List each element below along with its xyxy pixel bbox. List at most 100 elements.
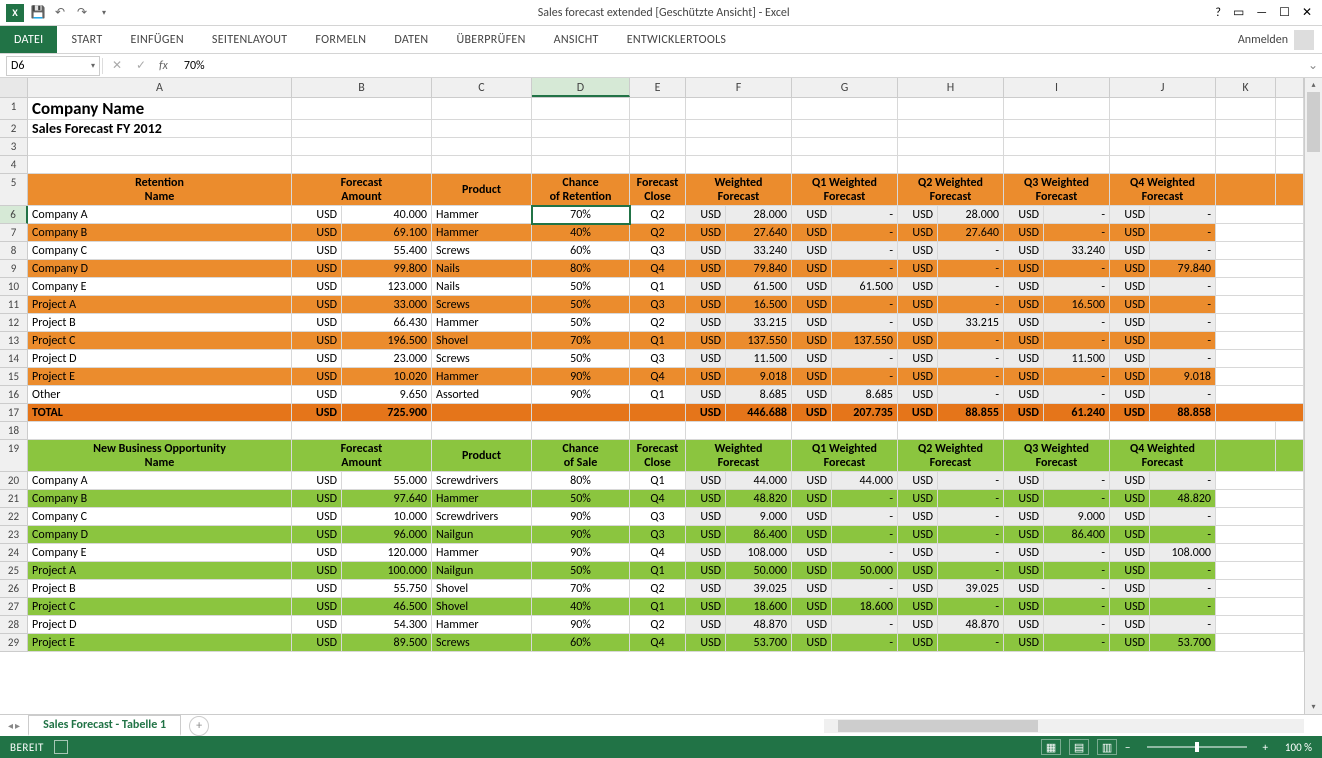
row-header-22[interactable]: 22 xyxy=(0,508,28,526)
sheet-nav-prev-icon[interactable]: ◂ xyxy=(8,719,13,732)
column-header-A[interactable]: A xyxy=(28,78,292,97)
header-cell[interactable]: Q2 WeightedForecast xyxy=(898,440,1004,472)
header-cell[interactable]: Product xyxy=(432,174,532,206)
row-header-12[interactable]: 12 xyxy=(0,314,28,332)
cell-name[interactable]: Company C xyxy=(28,242,292,260)
cell-name[interactable]: Company E xyxy=(28,278,292,296)
sheet-nav-next-icon[interactable]: ▸ xyxy=(15,719,20,732)
header-cell[interactable]: Q4 WeightedForecast xyxy=(1110,174,1216,206)
tab-layout[interactable]: SEITENLAYOUT xyxy=(198,26,302,53)
header-cell[interactable]: Q1 WeightedForecast xyxy=(792,174,898,206)
cell-name[interactable]: Project C xyxy=(28,332,292,350)
scroll-up-icon[interactable]: ▴ xyxy=(1305,78,1322,92)
column-header-K[interactable]: K xyxy=(1216,78,1276,97)
row-header-4[interactable]: 4 xyxy=(0,156,28,174)
tab-data[interactable]: DATEN xyxy=(380,26,442,53)
column-header-G[interactable]: G xyxy=(792,78,898,97)
header-cell[interactable]: ForecastAmount xyxy=(292,174,432,206)
header-cell[interactable]: ForecastClose xyxy=(630,174,686,206)
zoom-level[interactable]: 100 % xyxy=(1276,741,1312,754)
cell-name[interactable]: Company B xyxy=(28,224,292,242)
row-header-25[interactable]: 25 xyxy=(0,562,28,580)
tab-insert[interactable]: EINFÜGEN xyxy=(116,26,197,53)
header-cell[interactable]: ForecastAmount xyxy=(292,440,432,472)
scroll-down-icon[interactable]: ▾ xyxy=(1305,700,1322,714)
sign-in-link[interactable]: Anmelden xyxy=(1238,33,1288,47)
cell-name[interactable]: Project A xyxy=(28,296,292,314)
tab-view[interactable]: ANSICHT xyxy=(540,26,613,53)
row-header-5[interactable]: 5 xyxy=(0,174,28,206)
row-header-21[interactable]: 21 xyxy=(0,490,28,508)
header-cell[interactable]: Chanceof Retention xyxy=(532,174,630,206)
zoom-in-button[interactable]: + xyxy=(1263,741,1268,754)
cell-name[interactable]: Project A xyxy=(28,562,292,580)
header-cell[interactable]: WeightedForecast xyxy=(686,440,792,472)
row-header-14[interactable]: 14 xyxy=(0,350,28,368)
undo-icon[interactable]: ↶ xyxy=(52,5,68,21)
redo-icon[interactable]: ↷ xyxy=(74,5,90,21)
header-cell[interactable]: WeightedForecast xyxy=(686,174,792,206)
row-header-28[interactable]: 28 xyxy=(0,616,28,634)
row-header-24[interactable]: 24 xyxy=(0,544,28,562)
row-header-18[interactable]: 18 xyxy=(0,422,28,440)
fx-icon[interactable]: fx xyxy=(153,59,174,73)
accept-formula-icon[interactable]: ✓ xyxy=(129,58,153,73)
column-header-F[interactable]: F xyxy=(686,78,792,97)
zoom-slider[interactable] xyxy=(1147,746,1247,748)
row-header-16[interactable]: 16 xyxy=(0,386,28,404)
close-icon[interactable]: ✕ xyxy=(1302,5,1312,20)
header-cell[interactable]: Product xyxy=(432,440,532,472)
macro-record-icon[interactable] xyxy=(54,740,68,754)
tab-start[interactable]: START xyxy=(57,26,116,53)
maximize-icon[interactable]: ☐ xyxy=(1279,5,1290,20)
row-header-23[interactable]: 23 xyxy=(0,526,28,544)
row-header-27[interactable]: 27 xyxy=(0,598,28,616)
row-header-17[interactable]: 17 xyxy=(0,404,28,422)
row-header-8[interactable]: 8 xyxy=(0,242,28,260)
view-normal-icon[interactable]: ▦ xyxy=(1041,739,1061,755)
name-box[interactable]: D6 ▾ xyxy=(6,56,100,76)
column-header-H[interactable]: H xyxy=(898,78,1004,97)
vertical-scrollbar[interactable]: ▴ ▾ xyxy=(1304,78,1322,714)
row-header-9[interactable]: 9 xyxy=(0,260,28,278)
header-cell[interactable]: Q4 WeightedForecast xyxy=(1110,440,1216,472)
cell-name[interactable]: Project B xyxy=(28,580,292,598)
header-cell[interactable]: ForecastClose xyxy=(630,440,686,472)
cell-name[interactable]: Company B xyxy=(28,490,292,508)
cell-name[interactable]: Project C xyxy=(28,598,292,616)
row-header-1[interactable]: 1 xyxy=(0,98,28,120)
expand-formula-bar-icon[interactable]: ⌄ xyxy=(1304,58,1322,73)
row-header-13[interactable]: 13 xyxy=(0,332,28,350)
add-sheet-button[interactable]: + xyxy=(189,716,209,736)
cell-name[interactable]: Company E xyxy=(28,544,292,562)
row-header-15[interactable]: 15 xyxy=(0,368,28,386)
formula-input[interactable] xyxy=(174,59,1304,73)
view-pagelayout-icon[interactable]: ▤ xyxy=(1069,739,1089,755)
column-header-B[interactable]: B xyxy=(292,78,432,97)
column-header-C[interactable]: C xyxy=(432,78,532,97)
sheet-tab[interactable]: Sales Forecast - Tabelle 1 xyxy=(28,715,181,736)
view-pagebreak-icon[interactable]: ▥ xyxy=(1097,739,1117,755)
row-header-3[interactable]: 3 xyxy=(0,138,28,156)
scroll-thumb[interactable] xyxy=(1307,92,1320,152)
cell-name[interactable]: Company A xyxy=(28,472,292,490)
column-header-E[interactable]: E xyxy=(630,78,686,97)
tab-review[interactable]: ÜBERPRÜFEN xyxy=(442,26,539,53)
cell-name[interactable]: Company D xyxy=(28,526,292,544)
page-title[interactable]: Company Name xyxy=(28,98,292,120)
cell-name[interactable]: Company C xyxy=(28,508,292,526)
qat-dropdown-icon[interactable]: ▾ xyxy=(96,5,112,21)
ribbon-options-icon[interactable]: ▭ xyxy=(1233,5,1244,20)
cell-name[interactable]: Company D xyxy=(28,260,292,278)
row-header-10[interactable]: 10 xyxy=(0,278,28,296)
zoom-out-button[interactable]: − xyxy=(1125,741,1130,754)
cell-name[interactable]: Project D xyxy=(28,350,292,368)
hscroll-thumb[interactable] xyxy=(838,720,1038,732)
header-cell[interactable]: Q2 WeightedForecast xyxy=(898,174,1004,206)
help-icon[interactable]: ? xyxy=(1215,6,1221,20)
tab-file[interactable]: DATEI xyxy=(0,26,57,53)
select-all-button[interactable] xyxy=(0,78,28,97)
avatar-icon[interactable] xyxy=(1294,30,1314,50)
row-header-7[interactable]: 7 xyxy=(0,224,28,242)
header-cell[interactable]: Q1 WeightedForecast xyxy=(792,440,898,472)
